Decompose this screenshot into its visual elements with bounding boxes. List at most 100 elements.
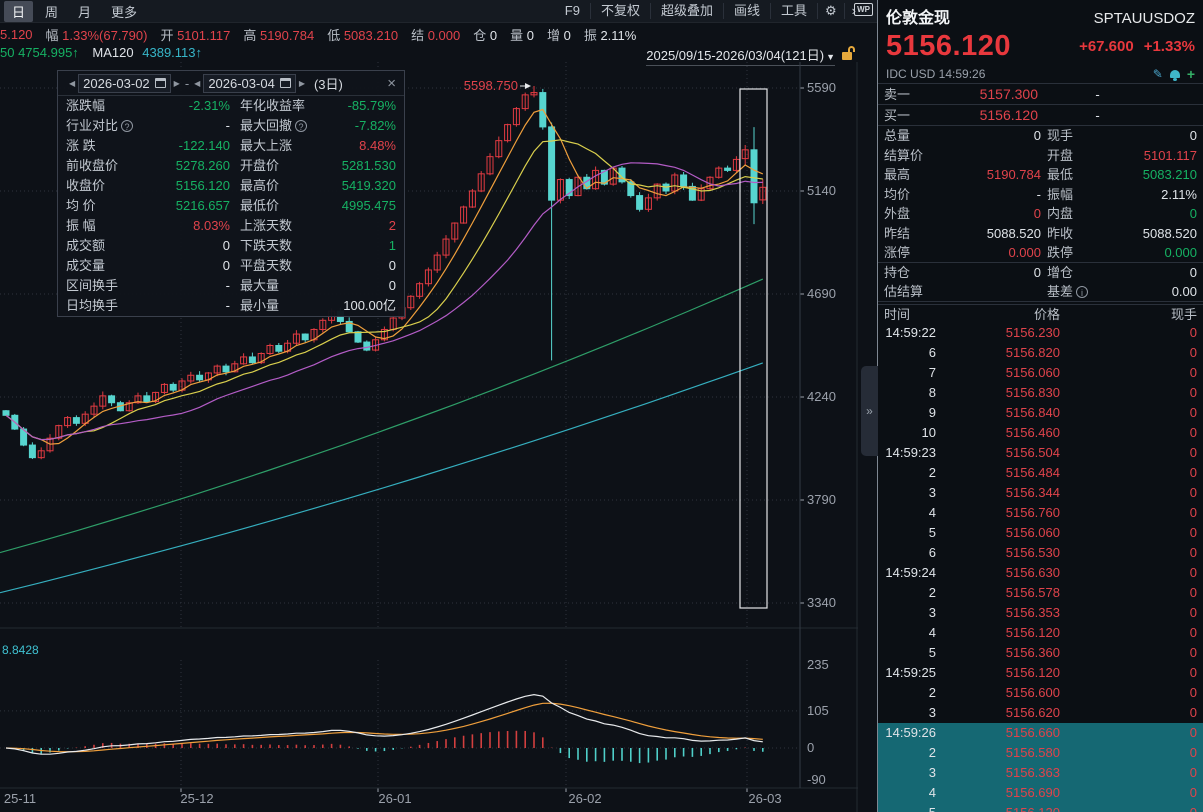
- candle-body: [144, 396, 150, 402]
- tick-row[interactable]: 25156.5780: [878, 583, 1203, 603]
- candle-body: [364, 342, 370, 350]
- range-stat-row: 成交额0下跌天数1: [58, 236, 404, 256]
- range-stat-row: 涨 跌-122.140最大上涨8.48%: [58, 136, 404, 156]
- tick-row[interactable]: 25156.4840: [878, 463, 1203, 483]
- tick-row[interactable]: 45156.7600: [878, 503, 1203, 523]
- prev-date-arrow[interactable]: ◀: [66, 79, 78, 88]
- quote-panel: 伦敦金现 SPTAUUSDOZ 5156.120 +67.600 +1.33% …: [878, 0, 1203, 812]
- tick-row[interactable]: 14:59:225156.2300: [878, 323, 1203, 343]
- tab-period-周[interactable]: 周: [37, 1, 66, 22]
- tick-row[interactable]: 25156.5800: [878, 743, 1203, 763]
- tick-row[interactable]: 45156.6900: [878, 783, 1203, 803]
- toolbar-item-4[interactable]: 工具: [770, 3, 817, 19]
- last-price: 5156.120: [886, 30, 1011, 63]
- candle-body: [29, 445, 35, 458]
- tick-row[interactable]: 85156.8300: [878, 383, 1203, 403]
- start-date: 2026-03-02: [83, 76, 150, 91]
- tick-row[interactable]: 35156.6200: [878, 703, 1203, 723]
- toolbar-item-1[interactable]: 不复权: [590, 3, 650, 19]
- tab-period-月[interactable]: 月: [70, 1, 99, 22]
- candle-body: [751, 150, 757, 203]
- visible-range-text: 2025/09/15-2026/03/04(121日): [646, 48, 824, 63]
- next-date-arrow[interactable]: ▶: [296, 79, 308, 88]
- price-axis-label: 3790: [807, 492, 836, 507]
- range-stat-row: 区间换手-最大量0: [58, 276, 404, 296]
- instrument-symbol: SPTAUUSDOZ: [1094, 10, 1195, 27]
- tick-table: 14:59:225156.230065156.820075156.0600851…: [878, 323, 1203, 812]
- stat-高: 高 5190.784: [243, 25, 314, 44]
- peak-annotation: 5598.750: [464, 78, 518, 93]
- bid-volume: -: [1038, 105, 1157, 126]
- range-stat-row: 振 幅8.03%上涨天数2: [58, 216, 404, 236]
- toolbar-item-0[interactable]: F9: [555, 3, 590, 19]
- tick-row[interactable]: 55156.1200: [878, 803, 1203, 812]
- tick-row[interactable]: 65156.8200: [878, 343, 1203, 363]
- candle-body: [725, 168, 731, 170]
- close-icon[interactable]: ×: [387, 75, 396, 92]
- tick-row[interactable]: 45156.1200: [878, 623, 1203, 643]
- expand-panel-button[interactable]: »: [861, 366, 878, 456]
- quote-detail-row: 最高5190.784最低5083.210: [878, 165, 1203, 185]
- daily-stats-row: 5.120 幅 1.33%(67.790)开 5101.117高 5190.78…: [0, 23, 877, 45]
- tick-row[interactable]: 35156.3630: [878, 763, 1203, 783]
- tick-row[interactable]: 35156.3530: [878, 603, 1203, 623]
- tab-period-日[interactable]: 日: [4, 1, 33, 22]
- add-watchlist-icon[interactable]: +: [1187, 66, 1195, 82]
- info-icon[interactable]: i: [1076, 286, 1088, 298]
- tick-row[interactable]: 14:59:245156.6300: [878, 563, 1203, 583]
- unlock-icon[interactable]: [841, 46, 857, 61]
- x-axis-label: 26-01: [378, 791, 411, 806]
- candle-body: [109, 396, 115, 403]
- wp-screenshot-icon[interactable]: WP: [854, 3, 873, 16]
- sub-axis-label: 105: [807, 703, 829, 718]
- toolbar-item-2[interactable]: 超级叠加: [650, 3, 723, 19]
- tick-row[interactable]: 25156.6000: [878, 683, 1203, 703]
- tab-period-更多[interactable]: 更多: [103, 1, 145, 22]
- tick-row[interactable]: 14:59:235156.5040: [878, 443, 1203, 463]
- stat-低: 低 5083.210: [327, 25, 398, 44]
- instrument-name: 伦敦金现: [886, 4, 950, 28]
- chevron-down-icon: ▼: [826, 52, 835, 62]
- bid-price: 5156.120: [924, 105, 1038, 126]
- help-icon[interactable]: ?: [121, 120, 133, 132]
- range-stats-panel: ◀ 2026-03-02 ▶ - ◀ 2026-03-04 ▶ (3日) × 涨…: [57, 70, 405, 317]
- ask-row[interactable]: 卖一 5157.300 -: [878, 84, 1203, 105]
- candle-body: [302, 334, 308, 340]
- tick-row[interactable]: 55156.0600: [878, 523, 1203, 543]
- candle-body: [170, 384, 176, 390]
- ma120-value: 4389.113↑: [142, 45, 202, 60]
- price-axis-label: 4690: [807, 286, 836, 301]
- next-date-arrow[interactable]: ▶: [171, 79, 183, 88]
- quote-detail-row: 结算价开盘5101.117: [878, 146, 1203, 166]
- toolbar-item-5[interactable]: ⚙: [817, 3, 844, 19]
- start-date-picker[interactable]: 2026-03-02: [78, 74, 171, 93]
- tick-row[interactable]: 55156.3600: [878, 643, 1203, 663]
- prev-date-arrow[interactable]: ◀: [191, 79, 203, 88]
- quote-detail-row: 估结算基差i0.00: [878, 282, 1203, 302]
- tick-row[interactable]: 35156.3440: [878, 483, 1203, 503]
- quote-meta-row: IDC USD 14:59:26 ✎ +: [878, 64, 1203, 84]
- tick-row[interactable]: 14:59:265156.6600: [878, 723, 1203, 743]
- tick-header-1: 价格: [936, 305, 1060, 324]
- tick-row[interactable]: 65156.5300: [878, 543, 1203, 563]
- tick-row[interactable]: 14:59:255156.1200: [878, 663, 1203, 683]
- help-icon[interactable]: ?: [295, 120, 307, 132]
- toolbar-item-3[interactable]: 画线: [723, 3, 770, 19]
- price-axis-label: 4240: [807, 389, 836, 404]
- bid-label: 买一: [884, 105, 924, 126]
- price-axis-label: 3340: [807, 595, 836, 610]
- tick-row[interactable]: 95156.8400: [878, 403, 1203, 423]
- quote-header: 伦敦金现 SPTAUUSDOZ: [878, 0, 1203, 28]
- tick-row[interactable]: 105156.4600: [878, 423, 1203, 443]
- range-stat-row: 成交量0平盘天数0: [58, 256, 404, 276]
- stat-增: 增 0: [547, 25, 571, 44]
- edit-icon[interactable]: ✎: [1153, 67, 1163, 81]
- price-axis-label: 5140: [807, 183, 836, 198]
- bid-row[interactable]: 买一 5156.120 -: [878, 105, 1203, 126]
- ask-volume: -: [1038, 84, 1157, 105]
- quote-detail-row: 总量0现手0: [878, 126, 1203, 146]
- tick-row[interactable]: 75156.0600: [878, 363, 1203, 383]
- alert-bell-icon[interactable]: [1170, 70, 1180, 78]
- x-axis-label: 25-11: [4, 791, 36, 806]
- end-date-picker[interactable]: 2026-03-04: [203, 74, 296, 93]
